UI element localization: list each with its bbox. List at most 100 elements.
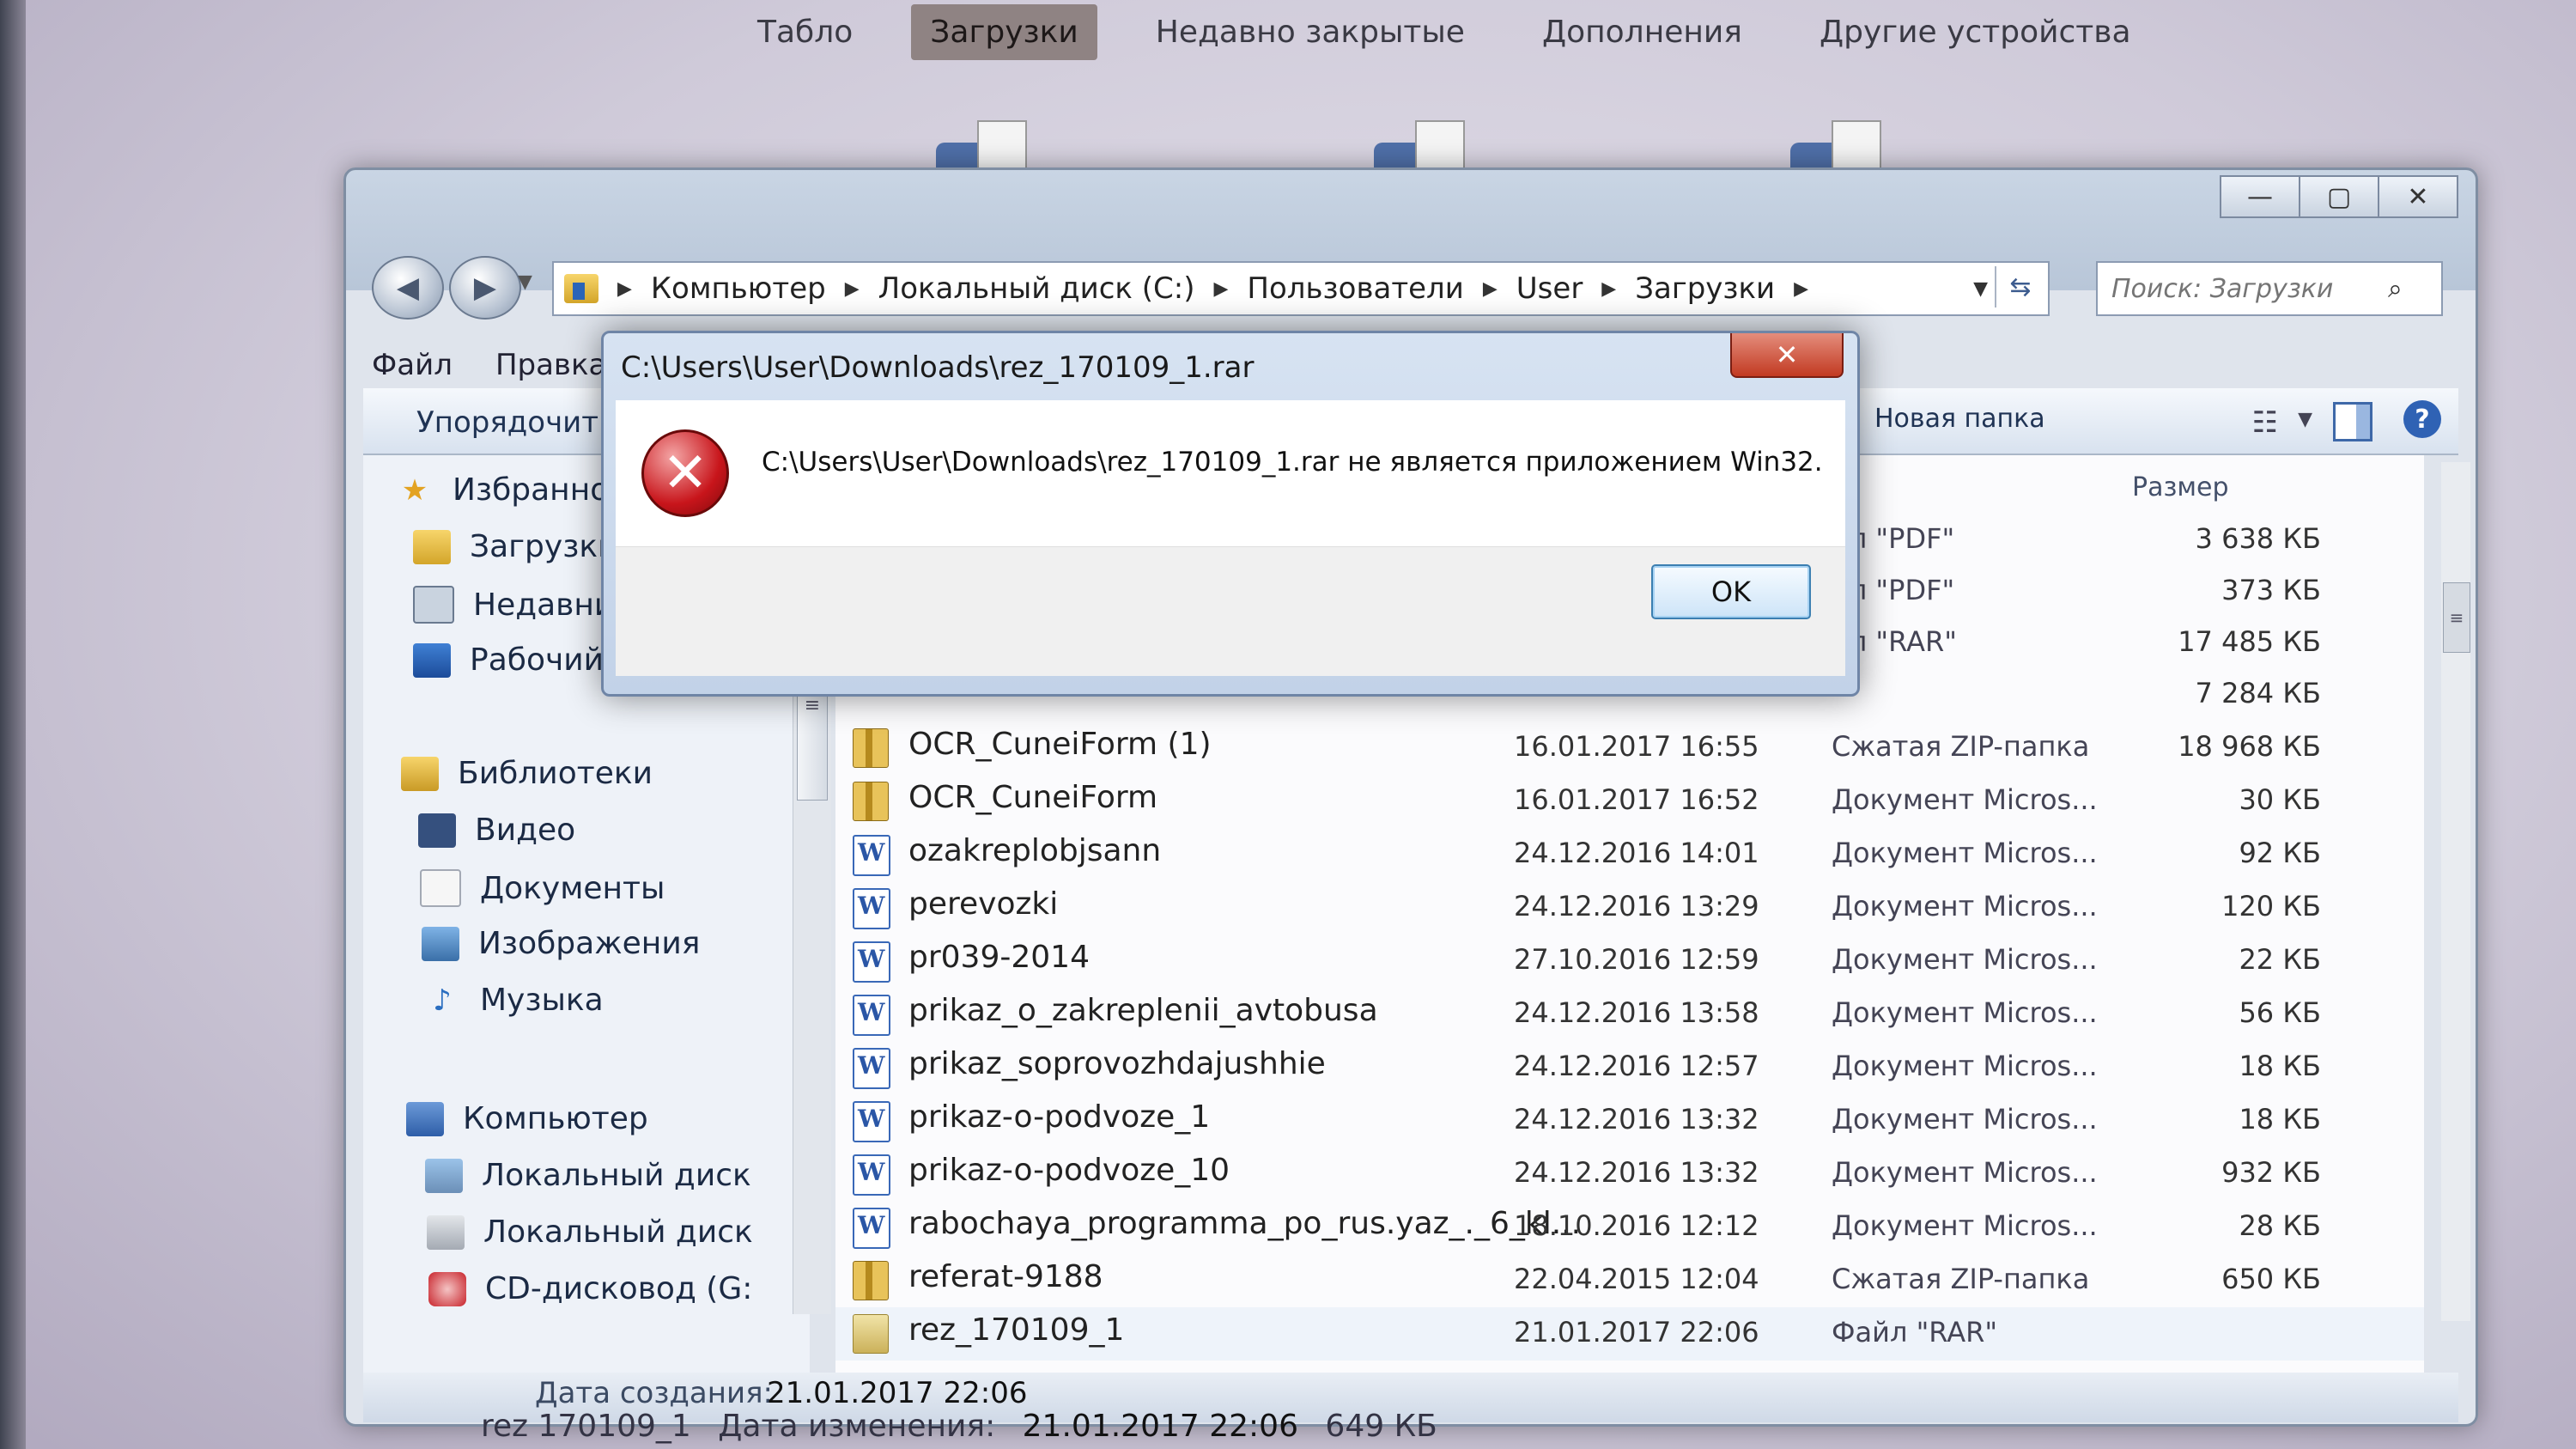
nav-local-disk-c[interactable]: Локальный диск: [425, 1158, 751, 1193]
nav-downloads[interactable]: Загрузки: [413, 529, 618, 564]
chevron-down-icon[interactable]: ▼: [2298, 409, 2312, 430]
table-row[interactable]: rabochaya_programma_po_rus.yaz_._6_kl...…: [835, 1201, 2424, 1254]
menu-edit[interactable]: Правка: [495, 348, 606, 382]
chevron-right-icon[interactable]: ▶: [1601, 278, 1616, 300]
file-size: 373 КБ: [2221, 574, 2321, 606]
table-row[interactable]: prikaz-o-podvoze_10 24.12.2016 13:32 Док…: [835, 1148, 2424, 1201]
file-type: Документ Micros...: [1832, 783, 2098, 816]
tab-addons[interactable]: Дополнения: [1523, 4, 1761, 60]
search-icon[interactable]: ⌕: [2388, 274, 2403, 304]
organize-button[interactable]: Упорядочить: [416, 405, 616, 440]
table-row[interactable]: referat-9188 22.04.2015 12:04 Сжатая ZIP…: [835, 1254, 2424, 1307]
nav-pictures[interactable]: Изображения: [422, 926, 700, 961]
detail-size: 649 КБ: [1325, 1409, 1437, 1444]
nav-local-disk-d[interactable]: Локальный диск: [427, 1215, 753, 1250]
error-dialog: C:\Users\User\Downloads\rez_170109_1.rar…: [601, 331, 1860, 697]
file-date: 16.01.2017 16:55: [1514, 730, 1759, 763]
file-name: OCR_CuneiForm: [908, 780, 1158, 815]
scroll-thumb[interactable]: ≡: [2443, 582, 2470, 653]
table-row[interactable]: OCR_CuneiForm (1) 16.01.2017 16:55 Сжата…: [835, 721, 2424, 775]
refresh-icon: ⇆: [2009, 271, 2032, 302]
dialog-message: C:\Users\User\Downloads\rez_170109_1.rar…: [762, 447, 1823, 478]
column-header-size[interactable]: Размер: [2132, 472, 2229, 502]
nav-label: Изображения: [478, 926, 701, 961]
forward-button[interactable]: ▶: [449, 256, 521, 320]
table-row[interactable]: prikaz_o_zakreplenii_avtobusa 24.12.2016…: [835, 988, 2424, 1041]
table-row[interactable]: pr039-2014 27.10.2016 12:59 Документ Mic…: [835, 935, 2424, 988]
crumb-users[interactable]: Пользователи: [1247, 271, 1463, 306]
computer-icon: [406, 1101, 444, 1136]
table-row[interactable]: prikaz_soprovozhdajushhie 24.12.2016 12:…: [835, 1041, 2424, 1094]
dialog-close-button[interactable]: ✕: [1730, 333, 1844, 378]
word-document-icon: [853, 941, 890, 983]
ok-button[interactable]: OK: [1651, 564, 1811, 619]
nav-music[interactable]: ♪ Музыка: [423, 983, 604, 1018]
documents-icon: [420, 869, 461, 907]
table-row[interactable]: prikaz-o-podvoze_1 24.12.2016 13:32 Доку…: [835, 1094, 2424, 1148]
search-input[interactable]: [2110, 272, 2388, 305]
crumb-local-disk[interactable]: Локальный диск (C:): [878, 271, 1195, 306]
file-size: 7 284 КБ: [2195, 677, 2321, 709]
local-disk-icon: [425, 1158, 463, 1193]
nav-cd-drive[interactable]: CD-дисковод (G:: [428, 1271, 752, 1306]
chevron-right-icon[interactable]: ▶: [845, 278, 860, 300]
chevron-down-icon[interactable]: ▼: [1973, 278, 1988, 300]
file-size: 56 КБ: [2239, 996, 2321, 1029]
rar-archive-icon: [853, 1314, 889, 1354]
file-type: Файл "RAR": [1832, 1316, 1998, 1349]
crumb-downloads[interactable]: Загрузки: [1635, 271, 1775, 306]
nav-computer[interactable]: Компьютер: [406, 1101, 648, 1136]
close-window-button[interactable]: ✕: [2379, 175, 2458, 218]
file-list-scrollbar[interactable]: ≡: [2441, 462, 2470, 1321]
file-date: 16.01.2017 16:52: [1514, 783, 1759, 816]
navigation-row: ◀ ▶ ▼ ▶ Компьютер ▶ Локальный диск (C:) …: [372, 256, 2458, 320]
crumb-computer[interactable]: Компьютер: [651, 271, 826, 306]
nav-libraries[interactable]: Библиотеки: [401, 756, 653, 791]
nav-favorites[interactable]: ★ Избранное: [396, 472, 629, 508]
tab-downloads[interactable]: Загрузки: [911, 3, 1097, 60]
maximize-button[interactable]: ▢: [2300, 175, 2379, 218]
refresh-button[interactable]: ⇆: [1995, 266, 2044, 307]
downloads-folder-icon: [564, 274, 598, 303]
browser-tab-bar: Табло Загрузки Недавно закрытые Дополнен…: [738, 0, 2150, 64]
table-row[interactable]: OCR_CuneiForm 16.01.2017 16:52 Документ …: [835, 775, 2424, 828]
minimize-button[interactable]: —: [2220, 175, 2300, 218]
menu-file[interactable]: Файл: [372, 348, 453, 382]
dialog-footer: OK: [616, 546, 1845, 676]
file-date: 24.12.2016 12:57: [1514, 1050, 1759, 1082]
file-type: Документ Micros...: [1832, 1050, 2098, 1082]
back-button[interactable]: ◀: [372, 256, 444, 320]
file-date: 22.04.2015 12:04: [1514, 1263, 1759, 1295]
word-document-icon: [853, 888, 890, 929]
file-name: OCR_CuneiForm (1): [908, 727, 1212, 762]
history-dropdown-icon[interactable]: ▼: [518, 271, 532, 293]
chevron-right-icon[interactable]: ▶: [1794, 278, 1808, 300]
new-folder-button[interactable]: Новая папка: [1874, 404, 2045, 434]
nav-video[interactable]: Видео: [418, 813, 575, 848]
help-icon[interactable]: ?: [2403, 400, 2441, 438]
preview-pane-icon[interactable]: [2333, 402, 2372, 441]
file-name: prikaz-o-podvoze_1: [908, 1099, 1211, 1135]
nav-documents[interactable]: Документы: [420, 869, 665, 907]
chevron-right-icon[interactable]: ▶: [1483, 278, 1498, 300]
view-options-icon[interactable]: ☷: [2252, 405, 2278, 440]
chevron-right-icon[interactable]: ▶: [617, 278, 632, 300]
tab-recently-closed[interactable]: Недавно закрытые: [1137, 4, 1484, 60]
word-document-icon: [853, 1208, 890, 1249]
table-row-selected[interactable]: rez_170109_1 21.01.2017 22:06 Файл "RAR": [835, 1307, 2424, 1361]
address-bar[interactable]: ▶ Компьютер ▶ Локальный диск (C:) ▶ Поль…: [552, 261, 2050, 316]
chevron-right-icon[interactable]: ▶: [1214, 278, 1229, 300]
tab-other-devices[interactable]: Другие устройства: [1801, 4, 2150, 60]
local-disk-icon: [427, 1215, 465, 1250]
pictures-icon: [422, 926, 459, 961]
word-document-icon: [853, 1154, 890, 1196]
nav-label: Компьютер: [463, 1101, 648, 1136]
tab-tablo[interactable]: Табло: [738, 4, 872, 60]
table-row[interactable]: perevozki 24.12.2016 13:29 Документ Micr…: [835, 881, 2424, 935]
table-row[interactable]: ozakreplobjsann 24.12.2016 14:01 Докумен…: [835, 828, 2424, 881]
crumb-user[interactable]: User: [1516, 271, 1583, 306]
recent-places-icon: [413, 586, 454, 624]
nav-label: Музыка: [480, 983, 604, 1018]
file-date: 27.10.2016 12:59: [1514, 943, 1759, 976]
file-size: 18 КБ: [2239, 1103, 2321, 1135]
